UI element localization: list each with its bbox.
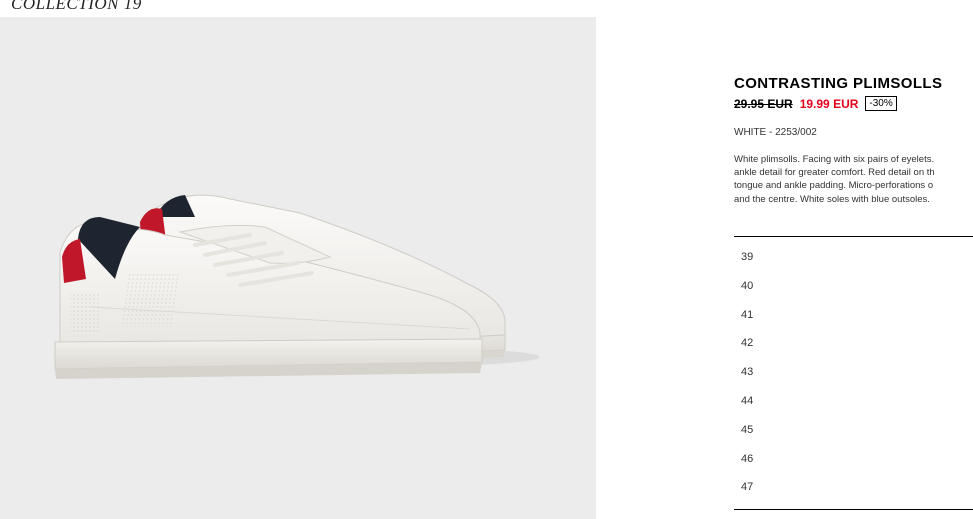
- size-option-40[interactable]: 40: [741, 280, 753, 292]
- product-page: COLLECTION 19 CONTRASTING PLIMSOLLS 29.9…: [0, 0, 973, 519]
- size-option-41[interactable]: 41: [741, 309, 753, 321]
- color-reference: WHITE - 2253/002: [734, 127, 817, 138]
- price-row: 29.95 EUR 19.99 EUR -30%: [734, 96, 973, 111]
- product-title: CONTRASTING PLIMSOLLS: [734, 75, 943, 92]
- old-price: 29.95 EUR: [734, 96, 793, 111]
- size-option-42[interactable]: 42: [741, 337, 753, 349]
- discount-badge: -30%: [865, 96, 897, 111]
- size-selector: 39 40 41 42 43 44 45 46 47: [734, 236, 973, 510]
- sneakers-photo: [54, 194, 540, 379]
- product-description: White plimsolls. Facing with six pairs o…: [734, 154, 935, 205]
- size-option-39[interactable]: 39: [741, 251, 753, 263]
- product-info: CONTRASTING PLIMSOLLS 29.95 EUR 19.99 EU…: [734, 75, 973, 206]
- sale-price: 19.99 EUR: [799, 96, 859, 111]
- size-option-43[interactable]: 43: [741, 366, 753, 378]
- size-option-46[interactable]: 46: [741, 453, 753, 465]
- product-image[interactable]: [0, 17, 596, 519]
- front-shoe: [54, 217, 483, 379]
- size-option-47[interactable]: 47: [741, 481, 753, 493]
- size-option-45[interactable]: 45: [741, 424, 753, 436]
- collection-label: COLLECTION 19: [11, 0, 142, 13]
- size-option-44[interactable]: 44: [741, 395, 753, 407]
